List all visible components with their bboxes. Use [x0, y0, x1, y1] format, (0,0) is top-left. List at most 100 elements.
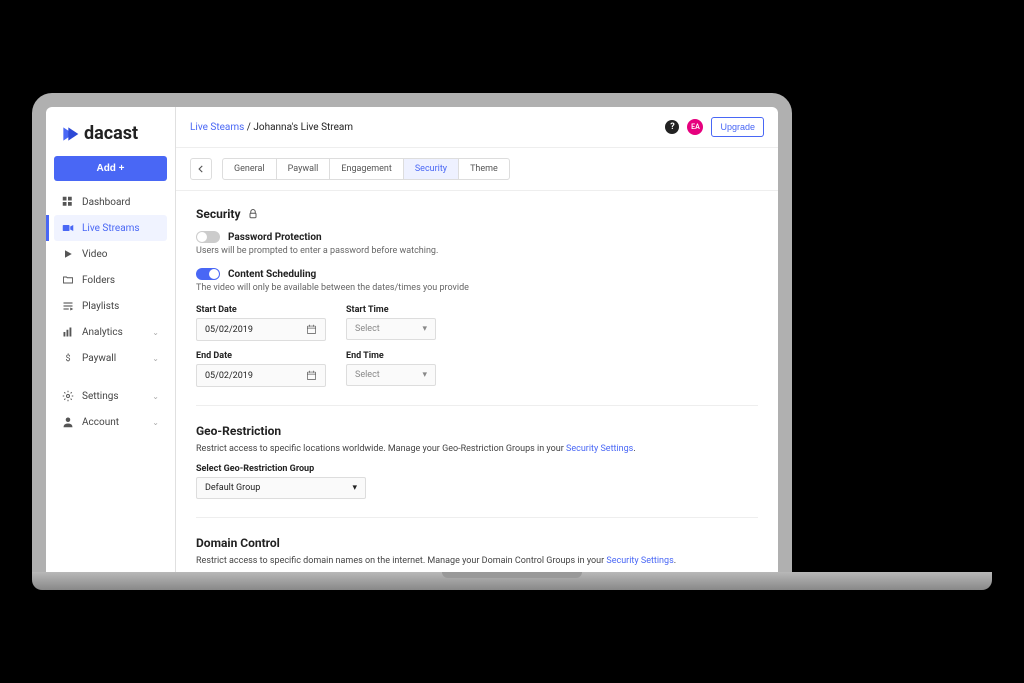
dollar-icon: $	[62, 352, 74, 364]
tab-engagement[interactable]: Engagement	[330, 159, 403, 179]
end-time-field: End Time Select ▾	[346, 351, 436, 387]
sidebar-item-label: Analytics	[82, 327, 123, 338]
start-time-label: Start Time	[346, 305, 436, 315]
password-protection-label: Password Protection	[228, 232, 322, 243]
end-time-select[interactable]: Select ▾	[346, 364, 436, 386]
tabs: General Paywall Engagement Security Them…	[222, 158, 510, 180]
breadcrumb: Live Steams / Johanna's Live Stream	[190, 122, 353, 133]
laptop-notch	[442, 572, 582, 578]
sidebar-item-label: Dashboard	[82, 197, 130, 208]
domain-control-desc: Restrict access to specific domain names…	[196, 556, 758, 566]
breadcrumb-current: Johanna's Live Stream	[253, 122, 353, 133]
geo-restriction-title: Geo-Restriction	[196, 424, 758, 438]
geo-group-select[interactable]: Default Group ▾	[196, 477, 366, 499]
sidebar-item-label: Folders	[82, 275, 115, 286]
end-date-label: End Date	[196, 351, 326, 361]
sidebar: dacast Add + Dashboard Live Streams Vide…	[46, 107, 176, 572]
sidebar-item-analytics[interactable]: Analytics ⌄	[54, 319, 167, 345]
chevron-down-icon: ⌄	[152, 328, 159, 337]
security-title-text: Security	[196, 207, 241, 221]
sidebar-item-settings[interactable]: Settings ⌄	[54, 383, 167, 409]
geo-desc-suffix: .	[633, 444, 635, 454]
logo-icon	[60, 124, 80, 144]
topbar: Live Steams / Johanna's Live Stream ? EA…	[176, 107, 778, 148]
sidebar-item-label: Live Streams	[82, 223, 140, 234]
breadcrumb-separator: /	[244, 122, 253, 133]
content: Security Password Protection Users will …	[176, 191, 778, 572]
geo-group-value: Default Group	[205, 483, 260, 493]
content-scheduling-label: Content Scheduling	[228, 269, 316, 280]
end-row: End Date 05/02/2019 End Time Select ▾	[196, 351, 758, 387]
domain-desc-suffix: .	[674, 556, 676, 566]
sidebar-item-paywall[interactable]: $ Paywall ⌄	[54, 345, 167, 371]
sidebar-item-live-streams[interactable]: Live Streams	[54, 215, 167, 241]
geo-group-label: Select Geo-Restriction Group	[196, 464, 758, 474]
brand-logo[interactable]: dacast	[60, 123, 161, 144]
person-icon	[62, 416, 74, 428]
content-scheduling-toggle[interactable]	[196, 268, 220, 280]
app-root: dacast Add + Dashboard Live Streams Vide…	[46, 107, 778, 572]
chevron-down-icon: ▾	[352, 483, 357, 493]
divider	[196, 405, 758, 406]
start-time-value: Select	[355, 324, 380, 334]
sidebar-item-label: Paywall	[82, 353, 116, 364]
content-scheduling-row: Content Scheduling	[196, 268, 758, 280]
start-date-field: Start Date 05/02/2019	[196, 305, 326, 341]
help-icon[interactable]: ?	[665, 120, 679, 134]
chevron-down-icon: ▾	[422, 324, 427, 334]
folder-icon	[62, 274, 74, 286]
tabbar: General Paywall Engagement Security Them…	[176, 148, 778, 191]
dashboard-icon	[62, 196, 74, 208]
camera-icon	[62, 222, 74, 234]
start-time-select[interactable]: Select ▾	[346, 318, 436, 340]
calendar-icon	[306, 324, 317, 335]
chevron-down-icon: ⌄	[152, 354, 159, 363]
end-date-input[interactable]: 05/02/2019	[196, 364, 326, 387]
start-date-value: 05/02/2019	[205, 325, 253, 335]
sidebar-item-folders[interactable]: Folders	[54, 267, 167, 293]
sidebar-item-label: Playlists	[82, 301, 119, 312]
sidebar-item-video[interactable]: Video	[54, 241, 167, 267]
security-title: Security	[196, 207, 758, 221]
divider	[196, 517, 758, 518]
upgrade-button[interactable]: Upgrade	[711, 117, 764, 137]
content-scheduling-desc: The video will only be available between…	[196, 283, 758, 293]
password-protection-toggle[interactable]	[196, 231, 220, 243]
geo-security-settings-link[interactable]: Security Settings	[566, 444, 633, 454]
svg-text:$: $	[65, 353, 70, 364]
end-date-field: End Date 05/02/2019	[196, 351, 326, 387]
back-button[interactable]	[190, 158, 212, 180]
analytics-icon	[62, 326, 74, 338]
breadcrumb-root-link[interactable]: Live Steams	[190, 122, 244, 133]
laptop-frame: dacast Add + Dashboard Live Streams Vide…	[32, 93, 792, 572]
topbar-right: ? EA Upgrade	[665, 117, 764, 137]
add-button[interactable]: Add +	[54, 156, 167, 181]
gear-icon	[62, 390, 74, 402]
end-date-value: 05/02/2019	[205, 371, 253, 381]
domain-desc-prefix: Restrict access to specific domain names…	[196, 556, 606, 566]
tab-theme[interactable]: Theme	[459, 159, 509, 179]
screen: dacast Add + Dashboard Live Streams Vide…	[46, 107, 778, 572]
main-panel: Live Steams / Johanna's Live Stream ? EA…	[176, 107, 778, 572]
avatar[interactable]: EA	[687, 119, 703, 135]
sidebar-item-label: Account	[82, 417, 119, 428]
domain-security-settings-link[interactable]: Security Settings	[606, 556, 673, 566]
start-date-label: Start Date	[196, 305, 326, 315]
sidebar-item-label: Settings	[82, 391, 119, 402]
domain-control-title: Domain Control	[196, 536, 758, 550]
start-row: Start Date 05/02/2019 Start Time Select …	[196, 305, 758, 341]
tab-general[interactable]: General	[223, 159, 277, 179]
geo-group-field: Select Geo-Restriction Group Default Gro…	[196, 464, 758, 499]
tab-security[interactable]: Security	[404, 159, 459, 179]
end-time-value: Select	[355, 370, 380, 380]
sidebar-item-dashboard[interactable]: Dashboard	[54, 189, 167, 215]
password-protection-desc: Users will be prompted to enter a passwo…	[196, 246, 758, 256]
chevron-down-icon: ▾	[422, 370, 427, 380]
start-date-input[interactable]: 05/02/2019	[196, 318, 326, 341]
brand-name: dacast	[84, 123, 138, 144]
tab-paywall[interactable]: Paywall	[277, 159, 331, 179]
sidebar-item-playlists[interactable]: Playlists	[54, 293, 167, 319]
sidebar-item-account[interactable]: Account ⌄	[54, 409, 167, 435]
password-protection-row: Password Protection	[196, 231, 758, 243]
playlist-icon	[62, 300, 74, 312]
